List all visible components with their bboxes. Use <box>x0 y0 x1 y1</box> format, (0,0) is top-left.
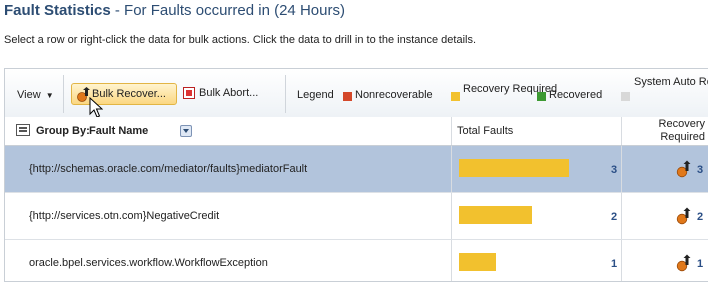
fault-statistics-panel: View ▼ Bulk Recover... Bulk Abort... Leg… <box>4 68 708 282</box>
total-faults-bar[interactable] <box>459 253 496 271</box>
bulk-recover-label: Bulk Recover... <box>92 88 166 100</box>
total-faults-count[interactable]: 2 <box>611 211 617 223</box>
mouse-cursor-icon <box>89 97 103 118</box>
column-divider <box>621 240 622 281</box>
column-divider <box>621 193 622 239</box>
view-menu[interactable]: View ▼ <box>17 89 54 101</box>
bulk-abort-label: Bulk Abort... <box>199 87 259 99</box>
recovery-required-count[interactable]: 2 <box>697 211 703 223</box>
column-divider <box>621 117 622 145</box>
toolbar: View ▼ Bulk Recover... Bulk Abort... Leg… <box>5 69 708 118</box>
legend-item-recovered: Recovered <box>549 89 603 101</box>
legend-swatch-recovered <box>537 92 546 101</box>
fault-name-cell[interactable]: oracle.bpel.services.workflow.WorkflowEx… <box>29 257 268 269</box>
total-faults-count[interactable]: 3 <box>611 164 617 176</box>
table-row[interactable]: {http://services.otn.com}NegativeCredit … <box>5 193 708 240</box>
chevron-down-icon: ▼ <box>45 91 54 100</box>
view-menu-label: View <box>17 89 41 101</box>
legend-item-recovery-required: Recovery Required <box>463 83 558 95</box>
title-subtitle: For Faults occurred in (24 Hours) <box>124 2 345 19</box>
total-faults-count[interactable]: 1 <box>611 258 617 270</box>
column-divider <box>451 240 452 281</box>
title-separator: - <box>110 2 125 19</box>
column-divider <box>621 146 622 192</box>
column-divider <box>451 117 452 145</box>
recover-icon <box>676 254 691 272</box>
table-header: Group By: Fault Name Total Faults Recove… <box>5 117 708 146</box>
instructions-text: Select a row or right-click the data for… <box>4 34 477 46</box>
chevron-down-icon[interactable] <box>180 125 192 137</box>
table-row[interactable]: oracle.bpel.services.workflow.WorkflowEx… <box>5 240 708 281</box>
total-faults-bar[interactable] <box>459 159 569 177</box>
total-faults-column-header[interactable]: Total Faults <box>457 125 513 137</box>
recover-icon <box>676 207 691 225</box>
legend-item-system-auto-retries: System Auto Retries <box>634 76 708 88</box>
toolbar-divider <box>285 75 286 113</box>
abort-icon <box>183 87 195 99</box>
fault-name-column-header[interactable]: Fault Name <box>89 125 148 137</box>
recovery-required-count[interactable]: 3 <box>697 164 703 176</box>
table-row[interactable]: {http://schemas.oracle.com/mediator/faul… <box>5 146 708 193</box>
legend-swatch-system-auto-retries <box>621 92 630 101</box>
bulk-recover-button[interactable]: Bulk Recover... <box>71 83 177 105</box>
recovery-required-count[interactable]: 1 <box>697 258 703 270</box>
recover-icon <box>676 160 691 178</box>
fault-name-cell[interactable]: {http://schemas.oracle.com/mediator/faul… <box>29 163 307 175</box>
toolbar-divider <box>63 75 64 113</box>
group-by-icon[interactable] <box>16 124 30 136</box>
legend-swatch-recovery-required <box>451 92 460 101</box>
group-by-label: Group By: <box>36 125 90 137</box>
column-divider <box>451 193 452 239</box>
recovery-required-column-header[interactable]: Recovery Required <box>623 118 705 144</box>
fault-name-cell[interactable]: {http://services.otn.com}NegativeCredit <box>29 210 219 222</box>
legend-swatch-nonrecoverable <box>343 92 352 101</box>
total-faults-bar[interactable] <box>459 206 532 224</box>
legend-item-nonrecoverable: Nonrecoverable <box>355 89 433 101</box>
legend-label: Legend <box>297 89 334 101</box>
page-title: Fault Statistics - For Faults occurred i… <box>4 2 345 19</box>
title-text: Fault Statistics <box>4 2 111 19</box>
column-divider <box>451 146 452 192</box>
